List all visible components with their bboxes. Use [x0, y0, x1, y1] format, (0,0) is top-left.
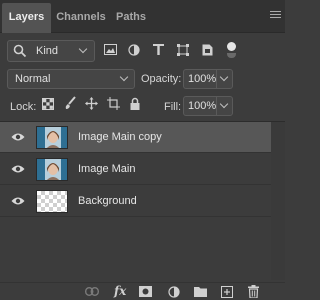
lock-transparent-pixels-icon[interactable] — [42, 98, 54, 110]
smart-object-filter-icon[interactable] — [202, 44, 213, 56]
new-layer-icon[interactable] — [221, 286, 233, 298]
layer-thumbnail — [36, 126, 68, 149]
chevron-down-icon[interactable] — [219, 72, 229, 82]
lock-position-icon[interactable] — [85, 97, 98, 110]
panel-menu-icon[interactable] — [270, 11, 281, 21]
filter-kind-dropdown[interactable]: Kind — [7, 40, 95, 62]
image-filter-icon[interactable] — [104, 44, 117, 55]
tab-channels[interactable]: Channels — [53, 3, 109, 33]
new-group-icon[interactable] — [194, 286, 207, 297]
filter-kind-label: Kind — [36, 45, 59, 57]
layer-name[interactable]: Image Main copy — [78, 131, 162, 143]
opacity-field[interactable]: 100% — [183, 69, 233, 89]
add-mask-icon[interactable] — [139, 286, 152, 297]
shape-filter-icon[interactable] — [177, 44, 189, 56]
search-icon — [13, 44, 27, 58]
fill-value[interactable]: 100% — [188, 100, 216, 112]
layer-row[interactable]: Image Main copy — [0, 122, 271, 153]
blend-mode-dropdown[interactable]: Normal — [7, 69, 135, 89]
filter-toggle-base — [227, 53, 236, 58]
layer-thumbnail — [36, 158, 68, 181]
layer-row[interactable]: Image Main — [0, 154, 271, 185]
blend-mode-value: Normal — [15, 73, 51, 85]
chevron-down-icon — [119, 72, 129, 82]
opacity-label: Opacity: — [141, 73, 182, 85]
layer-row[interactable]: Background — [0, 186, 271, 217]
type-filter-icon[interactable] — [153, 44, 164, 55]
lock-image-pixels-icon[interactable] — [64, 96, 76, 110]
chevron-down-icon — [78, 44, 88, 54]
lock-all-icon[interactable] — [130, 97, 140, 110]
fill-label: Fill: — [164, 101, 182, 113]
opacity-value[interactable]: 100% — [188, 73, 216, 85]
panel-tab-bar: Layers Channels Paths — [0, 0, 285, 33]
tab-paths[interactable]: Paths — [113, 3, 149, 33]
layer-thumbnail-transparent — [36, 190, 68, 213]
delete-layer-icon[interactable] — [248, 285, 259, 298]
tab-layers[interactable]: Layers — [2, 3, 51, 33]
fill-field[interactable]: 100% — [183, 96, 233, 116]
fx-icon[interactable]: fx — [114, 284, 126, 298]
layer-name[interactable]: Image Main — [78, 163, 135, 175]
eye-icon[interactable] — [11, 164, 25, 174]
filter-toggle[interactable] — [227, 42, 236, 51]
layer-name[interactable]: Background — [78, 195, 137, 207]
adjustment-filter-icon[interactable] — [128, 44, 140, 56]
eye-icon[interactable] — [11, 196, 25, 206]
scrollbar[interactable] — [271, 122, 285, 280]
lock-artboard-icon[interactable] — [107, 97, 120, 110]
chevron-down-icon[interactable] — [219, 99, 229, 109]
link-layers-icon[interactable] — [85, 287, 99, 296]
lock-label: Lock: — [10, 101, 37, 113]
adjustment-layer-icon[interactable] — [168, 286, 180, 298]
layers-bottom-bar: fx — [0, 282, 285, 300]
eye-icon[interactable] — [11, 132, 25, 142]
